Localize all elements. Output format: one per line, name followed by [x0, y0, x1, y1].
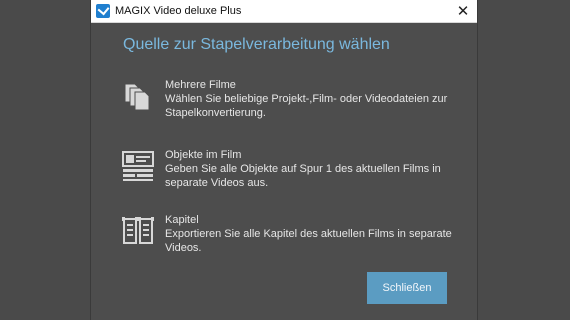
- option-title: Kapitel: [165, 214, 199, 226]
- option-title: Objekte im Film: [165, 149, 242, 161]
- option-description: Exportieren Sie alle Kapitel des aktuell…: [165, 228, 452, 254]
- multiple-files-icon: [124, 83, 150, 111]
- magix-app-icon: [96, 4, 110, 18]
- close-button[interactable]: Schließen: [367, 272, 447, 304]
- option-description: Geben Sie alle Objekte auf Spur 1 des ak…: [165, 163, 441, 189]
- option-title: Mehrere Filme: [165, 79, 236, 91]
- option-multiple-movies[interactable]: Mehrere Filme Wählen Sie beliebige Proje…: [121, 78, 461, 120]
- chapters-icon: [122, 217, 154, 244]
- title-bar: MAGIX Video deluxe Plus ✕: [91, 0, 477, 23]
- option-chapters[interactable]: Kapitel Exportieren Sie alle Kapitel des…: [121, 213, 461, 255]
- option-objects-in-film[interactable]: Objekte im Film Geben Sie alle Objekte a…: [121, 148, 461, 190]
- dialog-window: MAGIX Video deluxe Plus ✕ Quelle zur Sta…: [90, 0, 478, 320]
- film-objects-icon: [122, 151, 154, 181]
- window-title: MAGIX Video deluxe Plus: [115, 5, 242, 17]
- option-description: Wählen Sie beliebige Projekt-,Film- oder…: [165, 93, 448, 119]
- dialog-title: Quelle zur Stapelverarbeitung wählen: [123, 36, 390, 53]
- window-close-button[interactable]: ✕: [449, 0, 477, 22]
